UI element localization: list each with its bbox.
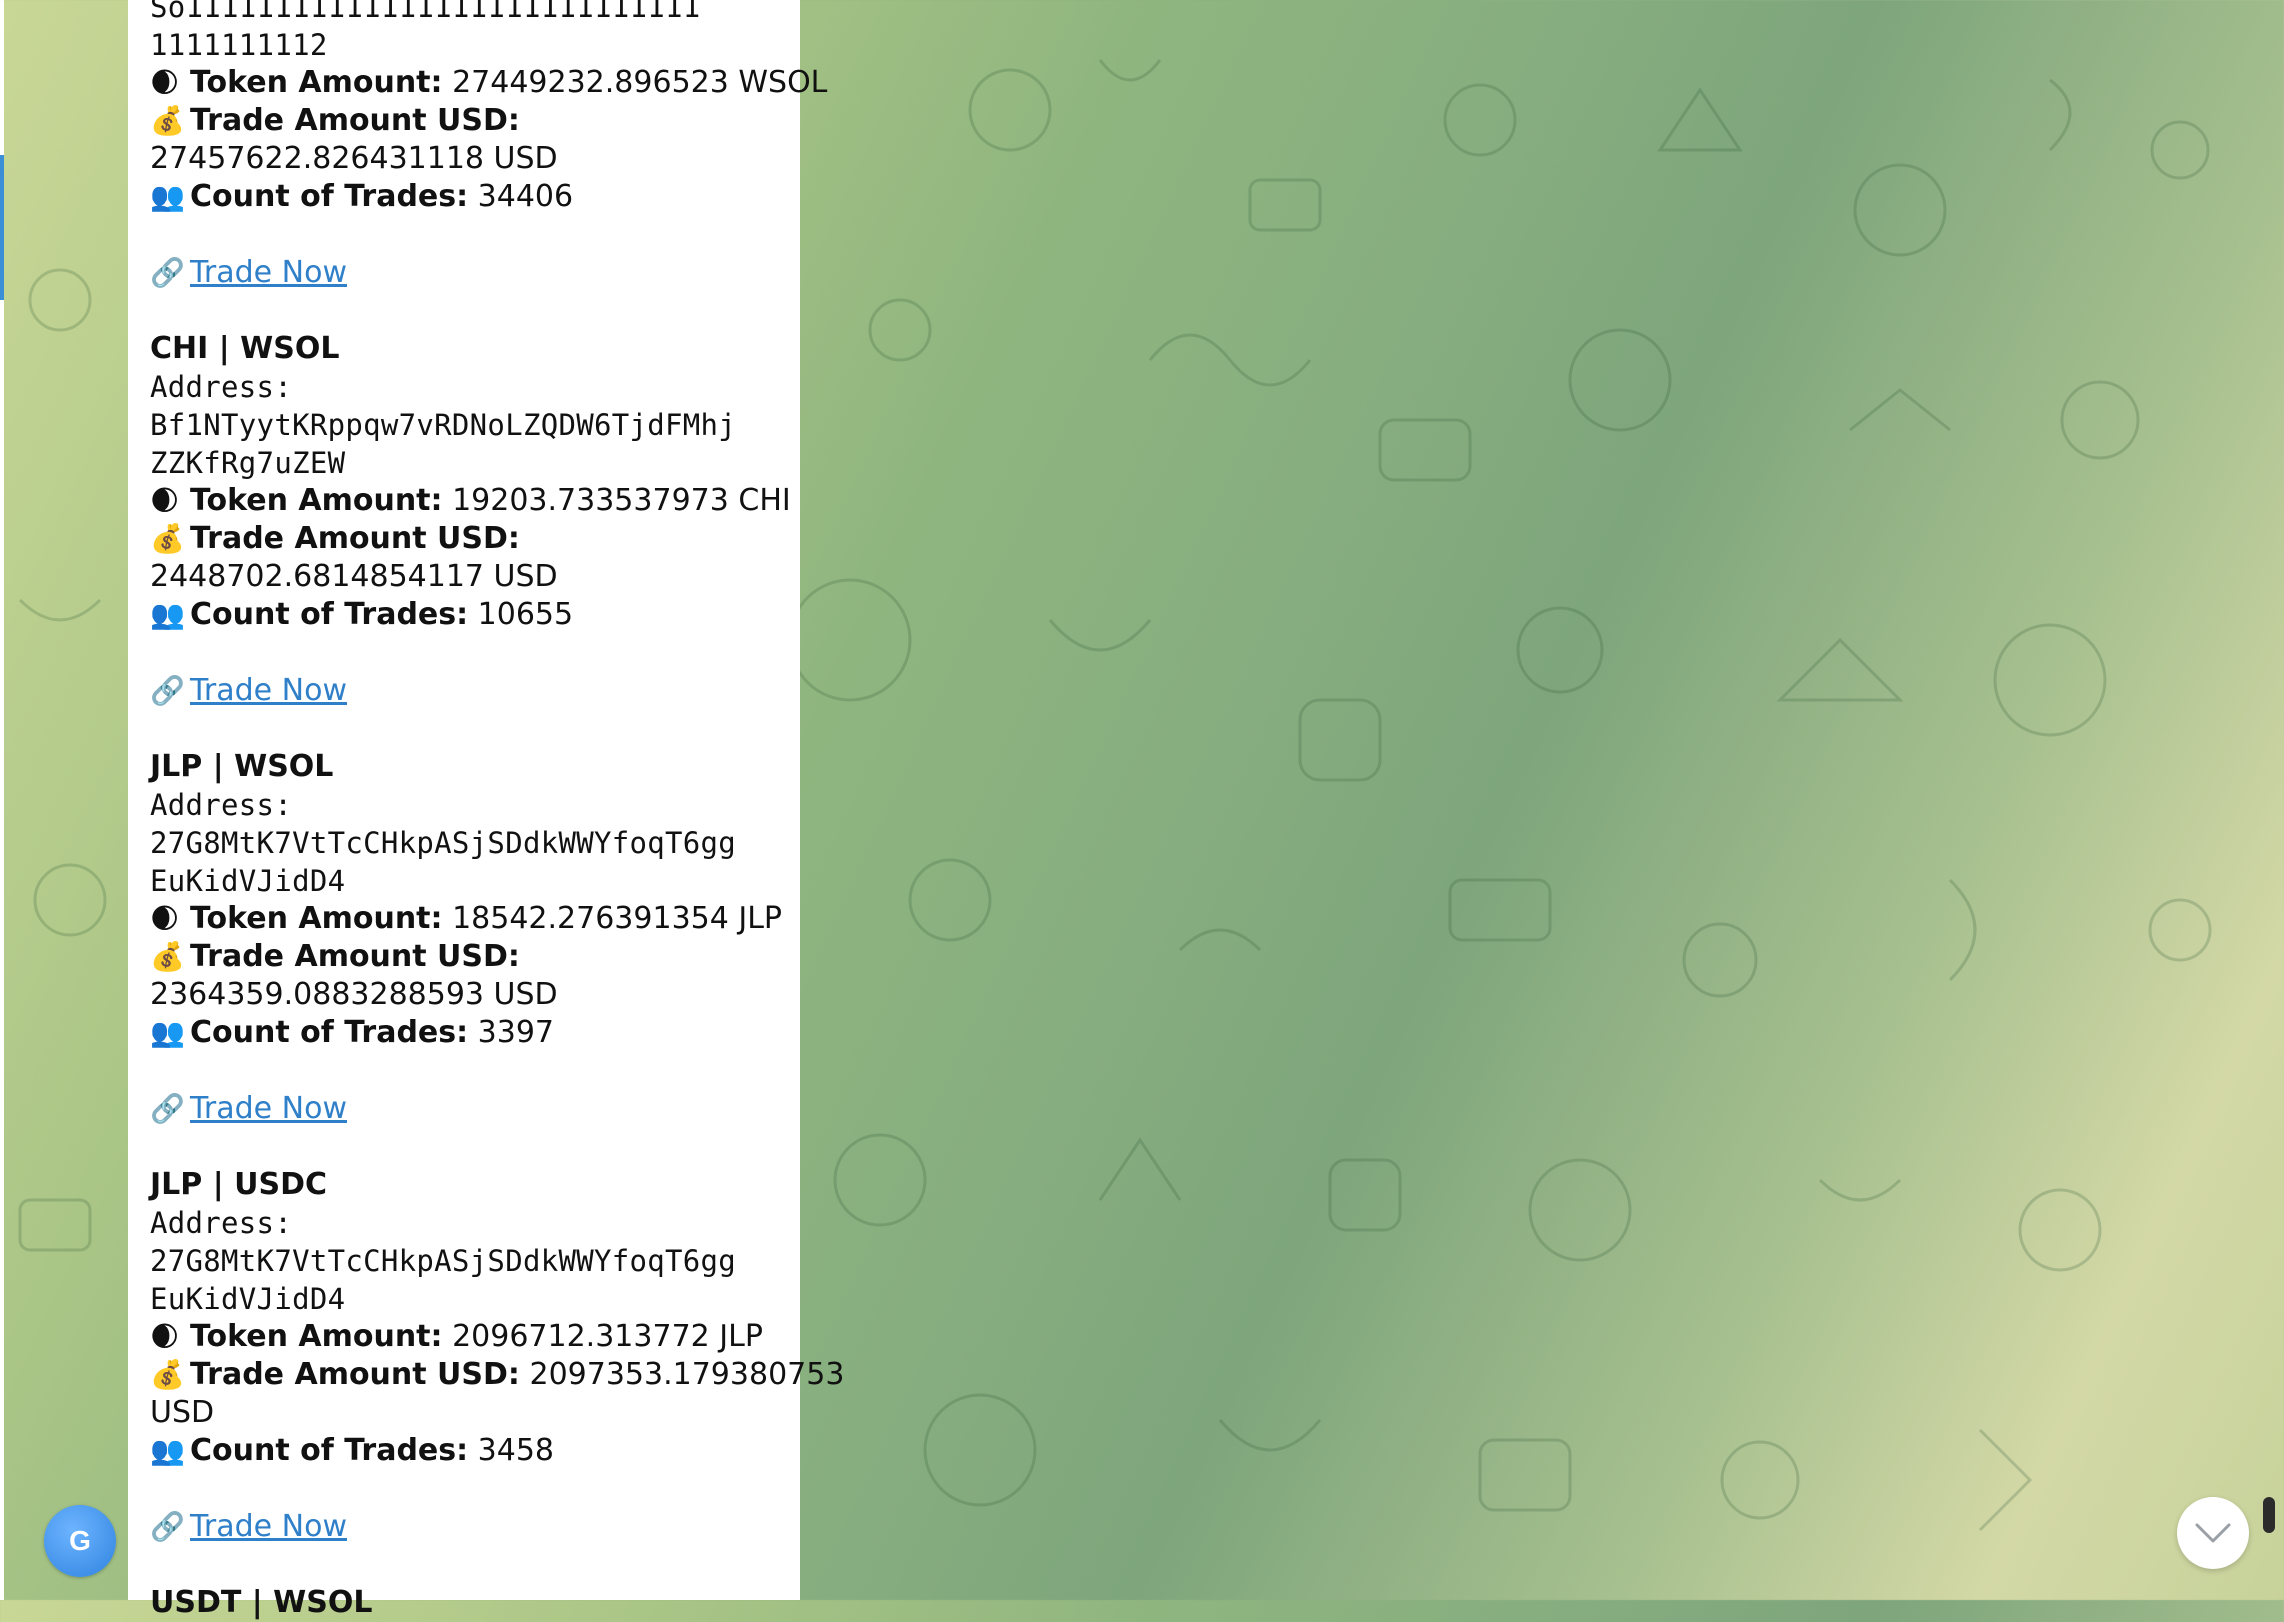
address-label: Address: [150,370,293,404]
token-amount-row: 🌒 Token Amount: 18542.276391354 JLP [150,901,783,936]
address-line: 1111111112 [150,28,328,62]
address-line: Bf1NTyytKRppqw7vRDNoLZQDW6TjdFMhj [150,408,737,442]
chevron-down-icon [2195,1523,2231,1543]
trade-link-row: 🔗 Trade Now [150,1508,790,1546]
address-line: So11111111111111111111111111111 [150,0,701,24]
trade-amount-value: 2364359.0883288593 USD [150,977,558,1012]
scrollbar-thumb[interactable] [2263,1497,2275,1533]
trade-count-row: 👥 Count of Trades: 3397 [150,1015,555,1050]
address-label: Address: [150,1206,293,1240]
address-line: EuKidVJidD4 [150,864,346,898]
message-text: So11111111111111111111111111111 11111111… [150,0,845,1622]
link-icon: 🔗 [150,674,185,707]
moon-icon: 🌒 [150,1320,180,1353]
pair-title: USDT | WSOL [150,1585,373,1620]
pair-title: CHI | WSOL [150,331,340,366]
trade-amount-row: 💰 Trade Amount USD: [150,939,520,974]
address-line: EuKidVJidD4 [150,1282,346,1316]
link-icon: 🔗 [150,256,185,289]
people-icon: 👥 [150,598,185,631]
address-line: ZZKfRg7uZEW [150,446,346,480]
pair-title: JLP | USDC [150,1167,327,1202]
token-amount-row: 🌒 Token Amount: 2096712.313772 JLP [150,1319,763,1354]
trade-amount-row: 💰 Trade Amount USD: [150,521,520,556]
money-bag-icon: 💰 [150,104,185,137]
people-icon: 👥 [150,180,185,213]
link-icon: 🔗 [150,1092,185,1125]
trade-count-value: 10655 [477,597,574,632]
address-label: Address: [150,788,293,822]
trade-amount-value: 27457622.826431118 USD [150,141,558,176]
trade-now-link[interactable]: Trade Now [190,1091,347,1126]
trade-amount-value: 2448702.6814854117 USD [150,559,558,594]
trade-count-row: 👥 Count of Trades: 3458 [150,1433,555,1468]
token-amount-row: 🌒 Token Amount: 19203.733537973 CHI [150,483,791,518]
money-bag-icon: 💰 [150,522,185,555]
trade-count-row: 👥 Count of Trades: 34406 [150,179,574,214]
trade-now-link[interactable]: Trade Now [190,673,347,708]
token-amount-value: 2096712.313772 JLP [452,1319,763,1354]
trade-amount-row: 💰 Trade Amount USD: 2097353.179380753 [150,1357,845,1392]
left-panel-edge [0,0,4,1600]
moon-icon: 🌒 [150,66,180,99]
money-bag-icon: 💰 [150,1358,185,1391]
trade-count-value: 3458 [477,1433,555,1468]
scroll-to-bottom-button[interactable] [2177,1497,2249,1569]
token-amount-value: 27449232.896523 WSOL [452,65,828,100]
token-amount-row: 🌒 Token Amount: 27449232.896523 WSOL [150,65,828,100]
trade-now-link[interactable]: Trade Now [190,255,347,290]
address-line: 27G8MtK7VtTcCHkpASjSDdkWWYfoqT6gg [150,1244,737,1278]
people-icon: 👥 [150,1434,185,1467]
address-line: 27G8MtK7VtTcCHkpASjSDdkWWYfoqT6gg [150,826,737,860]
trade-now-link[interactable]: Trade Now [190,1509,347,1544]
active-indicator [0,155,4,300]
token-amount-value: 18542.276391354 JLP [452,901,783,936]
trade-count-value: 34406 [477,179,574,214]
moon-icon: 🌒 [150,484,180,517]
trade-link-row: 🔗 Trade Now [150,254,790,292]
trade-link-row: 🔗 Trade Now [150,672,790,710]
money-bag-icon: 💰 [150,940,185,973]
token-amount-value: 19203.733537973 CHI [452,483,791,518]
trade-count-row: 👥 Count of Trades: 10655 [150,597,574,632]
pair-title: JLP | WSOL [150,749,334,784]
trade-link-row: 🔗 Trade Now [150,1090,790,1128]
avatar[interactable]: G [44,1505,116,1577]
trade-amount-unit: USD [150,1395,215,1430]
link-icon: 🔗 [150,1510,185,1543]
trade-amount-row: 💰 Trade Amount USD: [150,103,520,138]
people-icon: 👥 [150,1016,185,1049]
trade-count-value: 3397 [477,1015,555,1050]
moon-icon: 🌒 [150,902,180,935]
trade-amount-value: 2097353.179380753 [529,1357,845,1392]
